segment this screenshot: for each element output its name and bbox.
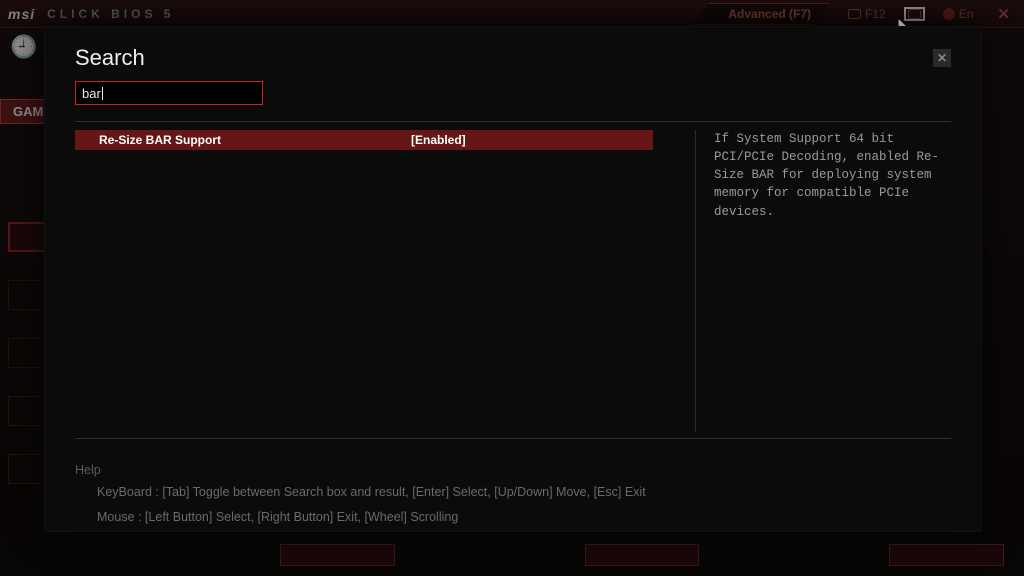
help-keyboard: KeyBoard : [Tab] Toggle between Search b… — [75, 483, 951, 502]
modal-close-button[interactable]: ✕ — [933, 49, 951, 67]
help-heading: Help — [75, 463, 951, 477]
divider — [75, 121, 951, 122]
text-caret — [102, 87, 103, 100]
bottom-slot-1[interactable] — [280, 544, 395, 566]
help-mouse: Mouse : [Left Button] Select, [Right But… — [75, 508, 951, 527]
search-modal: Search ✕ bar Re-Size BAR Support [Enable… — [44, 26, 982, 532]
bottom-slot-3[interactable] — [889, 544, 1004, 566]
clock-icon: 🕘 — [10, 34, 37, 60]
search-input[interactable]: bar — [75, 81, 263, 105]
bookmark-icon — [908, 9, 921, 19]
vertical-divider — [695, 130, 696, 432]
screenshot-button[interactable]: F12 — [842, 5, 892, 23]
language-selector[interactable]: En — [937, 5, 980, 23]
result-row[interactable]: Re-Size BAR Support [Enabled] — [75, 130, 653, 150]
bottom-slot-2[interactable] — [585, 544, 700, 566]
results-panel: Re-Size BAR Support [Enabled] — [75, 130, 653, 432]
top-close-button[interactable]: ✕ — [991, 3, 1016, 25]
modal-title: Search — [75, 45, 145, 71]
brand-logo: msi — [8, 6, 35, 22]
result-name: Re-Size BAR Support — [75, 133, 411, 147]
camera-icon — [848, 9, 861, 19]
hotkey-label: F12 — [865, 7, 886, 21]
flag-icon — [943, 8, 955, 20]
help-block: Help KeyBoard : [Tab] Toggle between Sea… — [45, 463, 981, 527]
result-value: [Enabled] — [411, 133, 651, 147]
search-input-value: bar — [82, 86, 101, 101]
product-title: CLICK BIOS 5 — [47, 7, 174, 21]
language-label: En — [959, 7, 974, 21]
divider — [75, 438, 951, 439]
mode-tab-advanced[interactable]: Advanced (F7) — [693, 3, 830, 25]
description-panel: If System Support 64 bit PCI/PCIe Decodi… — [714, 130, 951, 432]
bottom-toolbar — [280, 544, 1004, 566]
favorites-button[interactable] — [904, 7, 925, 21]
close-icon: ✕ — [937, 51, 947, 65]
bios-topbar: msi CLICK BIOS 5 Advanced (F7) F12 En ✕ — [0, 0, 1024, 28]
